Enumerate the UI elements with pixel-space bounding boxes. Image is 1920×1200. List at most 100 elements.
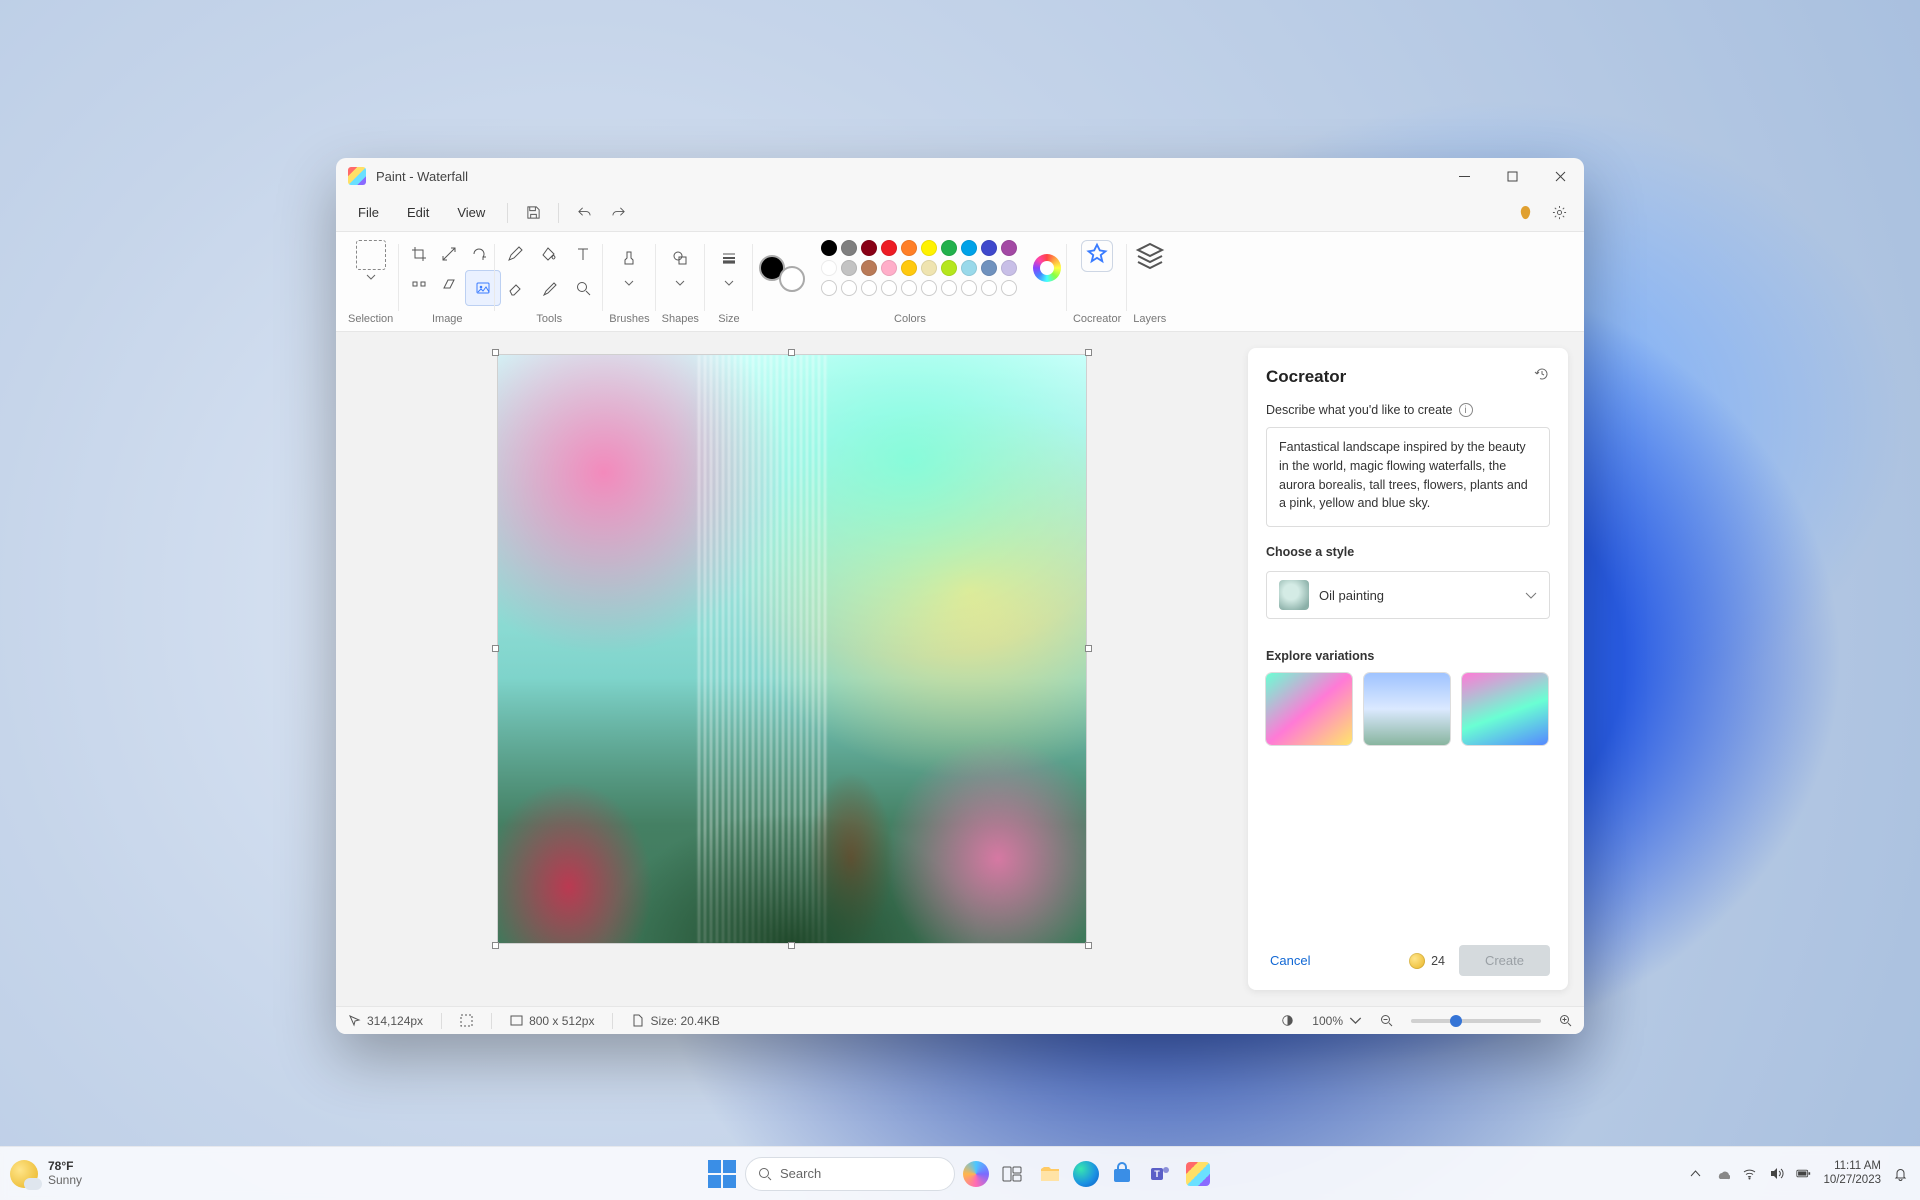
color-swatch[interactable] bbox=[921, 260, 937, 276]
custom-color-slot[interactable] bbox=[941, 280, 957, 296]
skew-tool[interactable] bbox=[435, 270, 463, 298]
notifications-icon[interactable] bbox=[1893, 1166, 1908, 1181]
group-layers[interactable]: Layers bbox=[1127, 232, 1172, 331]
copilot-button[interactable] bbox=[1510, 198, 1540, 228]
color-swatch[interactable] bbox=[961, 260, 977, 276]
zoom-out-button[interactable] bbox=[1380, 1014, 1393, 1027]
color-swatch[interactable] bbox=[941, 260, 957, 276]
volume-icon[interactable] bbox=[1769, 1166, 1784, 1181]
resize-handle[interactable] bbox=[1085, 942, 1092, 949]
rotate-tool[interactable] bbox=[465, 240, 493, 268]
custom-color-slot[interactable] bbox=[841, 280, 857, 296]
color-swatch[interactable] bbox=[841, 260, 857, 276]
brush-tool[interactable] bbox=[611, 240, 647, 276]
custom-color-slot[interactable] bbox=[821, 280, 837, 296]
menu-view[interactable]: View bbox=[445, 201, 497, 224]
redo-button[interactable] bbox=[603, 198, 633, 228]
minimize-button[interactable] bbox=[1440, 158, 1488, 194]
color-swatch[interactable] bbox=[881, 260, 897, 276]
color-profile-toggle[interactable] bbox=[1281, 1014, 1294, 1027]
flip-tool[interactable] bbox=[405, 270, 433, 298]
zoom-slider[interactable] bbox=[1411, 1019, 1541, 1023]
taskbar-app-paint[interactable] bbox=[1183, 1159, 1213, 1189]
taskbar-search[interactable]: Search bbox=[745, 1157, 955, 1191]
resize-handle[interactable] bbox=[788, 349, 795, 356]
color-swatch[interactable] bbox=[901, 240, 917, 256]
chevron-down-icon[interactable] bbox=[366, 274, 376, 280]
eraser-tool[interactable] bbox=[501, 274, 529, 302]
color-swatch[interactable] bbox=[841, 240, 857, 256]
canvas[interactable] bbox=[497, 354, 1087, 944]
custom-color-slot[interactable] bbox=[881, 280, 897, 296]
taskbar-app-store[interactable] bbox=[1107, 1159, 1137, 1189]
create-button[interactable]: Create bbox=[1459, 945, 1550, 976]
color-swatch[interactable] bbox=[821, 240, 837, 256]
color-swatch[interactable] bbox=[861, 240, 877, 256]
resize-handle[interactable] bbox=[1085, 645, 1092, 652]
custom-color-slot[interactable] bbox=[861, 280, 877, 296]
pencil-tool[interactable] bbox=[501, 240, 529, 268]
taskbar-clock[interactable]: 11:11 AM 10/27/2023 bbox=[1823, 1160, 1881, 1186]
color-swatch[interactable] bbox=[1001, 260, 1017, 276]
variation-thumbnail[interactable] bbox=[1266, 673, 1352, 745]
maximize-button[interactable] bbox=[1488, 158, 1536, 194]
variation-thumbnail[interactable] bbox=[1462, 673, 1548, 745]
zoom-in-button[interactable] bbox=[1559, 1014, 1572, 1027]
save-button[interactable] bbox=[518, 198, 548, 228]
cancel-button[interactable]: Cancel bbox=[1266, 947, 1314, 974]
style-dropdown[interactable]: Oil painting bbox=[1266, 571, 1550, 619]
color-swatch[interactable] bbox=[941, 240, 957, 256]
wifi-icon[interactable] bbox=[1742, 1166, 1757, 1181]
menu-edit[interactable]: Edit bbox=[395, 201, 441, 224]
taskbar-app-explorer[interactable] bbox=[1035, 1159, 1065, 1189]
edit-colors-button[interactable] bbox=[1033, 254, 1061, 282]
close-button[interactable] bbox=[1536, 158, 1584, 194]
select-tool[interactable] bbox=[356, 240, 386, 270]
custom-color-slot[interactable] bbox=[901, 280, 917, 296]
shapes-tool[interactable] bbox=[662, 240, 698, 276]
crop-tool[interactable] bbox=[405, 240, 433, 268]
stroke-size-tool[interactable] bbox=[711, 240, 747, 276]
zoom-level[interactable]: 100% bbox=[1312, 1014, 1362, 1028]
canvas-zone[interactable] bbox=[336, 332, 1248, 1006]
text-tool[interactable] bbox=[569, 240, 597, 268]
color-swatch[interactable] bbox=[861, 260, 877, 276]
color-swatch[interactable] bbox=[961, 240, 977, 256]
settings-button[interactable] bbox=[1544, 198, 1574, 228]
menu-file[interactable]: File bbox=[346, 201, 391, 224]
magnifier-tool[interactable] bbox=[569, 274, 597, 302]
onedrive-icon[interactable] bbox=[1715, 1166, 1730, 1181]
color-picker-tool[interactable] bbox=[535, 274, 563, 302]
prompt-input[interactable]: Fantastical landscape inspired by the be… bbox=[1266, 427, 1550, 527]
start-button[interactable] bbox=[707, 1159, 737, 1189]
chevron-down-icon[interactable] bbox=[624, 280, 634, 286]
color-swatch[interactable] bbox=[981, 260, 997, 276]
custom-color-slot[interactable] bbox=[981, 280, 997, 296]
taskbar-systray[interactable]: 11:11 AM 10/27/2023 bbox=[1688, 1160, 1908, 1186]
undo-button[interactable] bbox=[569, 198, 599, 228]
resize-handle[interactable] bbox=[788, 942, 795, 949]
group-cocreator[interactable]: Cocreator bbox=[1067, 232, 1127, 331]
resize-handle[interactable] bbox=[492, 645, 499, 652]
resize-handle[interactable] bbox=[492, 349, 499, 356]
resize-handle[interactable] bbox=[1085, 349, 1092, 356]
custom-color-slot[interactable] bbox=[921, 280, 937, 296]
taskbar-weather[interactable]: 78°F Sunny bbox=[10, 1160, 82, 1188]
chevron-up-icon[interactable] bbox=[1688, 1166, 1703, 1181]
fill-tool[interactable] bbox=[535, 240, 563, 268]
chevron-down-icon[interactable] bbox=[675, 280, 685, 286]
taskbar-app-taskview[interactable] bbox=[997, 1159, 1027, 1189]
chevron-down-icon[interactable] bbox=[724, 280, 734, 286]
taskbar-app-edge[interactable] bbox=[1073, 1161, 1099, 1187]
color-swatch[interactable] bbox=[821, 260, 837, 276]
color-swatch[interactable] bbox=[981, 240, 997, 256]
variation-thumbnail[interactable] bbox=[1364, 673, 1450, 745]
info-icon[interactable]: i bbox=[1459, 403, 1473, 417]
titlebar[interactable]: Paint - Waterfall bbox=[336, 158, 1584, 194]
color-swatch[interactable] bbox=[881, 240, 897, 256]
color-secondary[interactable] bbox=[779, 266, 805, 292]
resize-tool[interactable] bbox=[435, 240, 463, 268]
custom-color-slot[interactable] bbox=[1001, 280, 1017, 296]
taskbar-app-copilot[interactable] bbox=[963, 1161, 989, 1187]
color-swatch[interactable] bbox=[921, 240, 937, 256]
